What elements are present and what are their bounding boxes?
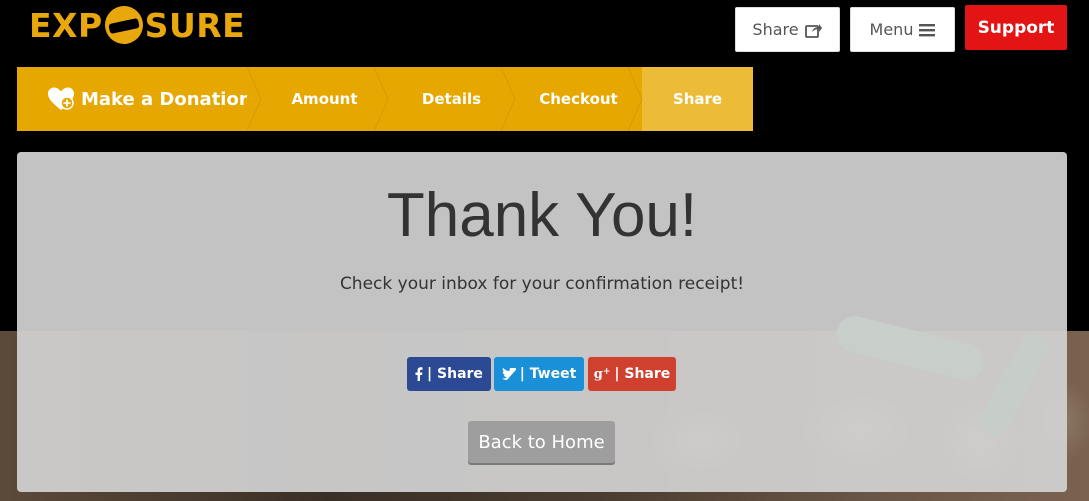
heart-plus-icon — [47, 86, 75, 112]
twitter-tweet-label: | Tweet — [519, 366, 577, 382]
step-make-donation: Make a Donation — [17, 67, 262, 131]
facebook-icon — [415, 367, 423, 381]
menu-button[interactable]: Menu — [850, 7, 955, 52]
step-title: Make a Donation — [81, 88, 252, 110]
step-separator — [374, 67, 389, 131]
step-details[interactable]: Details — [388, 67, 516, 131]
step-label: Checkout — [539, 90, 618, 108]
step-amount[interactable]: Amount — [261, 67, 389, 131]
step-label: Details — [421, 90, 482, 108]
step-separator — [247, 67, 262, 131]
hamburger-icon — [919, 23, 936, 37]
external-share-icon — [804, 22, 823, 38]
logo-text-left: EXP — [29, 5, 103, 45]
twitter-icon — [501, 368, 516, 380]
confirmation-message: Check your inbox for your confirmation r… — [339, 274, 745, 294]
step-label: Amount — [291, 90, 358, 108]
google-plus-share-button[interactable]: g + | Share — [588, 357, 676, 391]
support-button[interactable]: Support — [965, 5, 1067, 50]
share-button[interactable]: Share — [735, 7, 840, 52]
facebook-share-button[interactable]: | Share — [407, 357, 491, 391]
step-share-active[interactable]: Share — [642, 67, 753, 131]
donation-steps-bar: Make a Donation Amount Details Checkout … — [17, 67, 753, 131]
share-button-label: Share — [752, 20, 799, 39]
logo[interactable]: EXP SURE — [29, 4, 245, 46]
step-checkout[interactable]: Checkout — [515, 67, 643, 131]
step-separator — [628, 67, 643, 131]
back-to-home-button[interactable]: Back to Home — [468, 421, 615, 463]
logo-skater-icon — [104, 6, 143, 44]
menu-button-label: Menu — [869, 20, 914, 39]
thank-you-panel: Thank You! Check your inbox for your con… — [17, 152, 1067, 492]
logo-text-right: SURE — [144, 5, 246, 45]
google-plus-share-label: | Share — [614, 366, 671, 382]
facebook-share-label: | Share — [427, 366, 483, 382]
step-separator — [501, 67, 516, 131]
twitter-tweet-button[interactable]: | Tweet — [494, 357, 584, 391]
google-plus-icon: g + — [593, 366, 611, 382]
page-title: Thank You! — [386, 181, 698, 250]
step-label: Share — [672, 90, 723, 108]
